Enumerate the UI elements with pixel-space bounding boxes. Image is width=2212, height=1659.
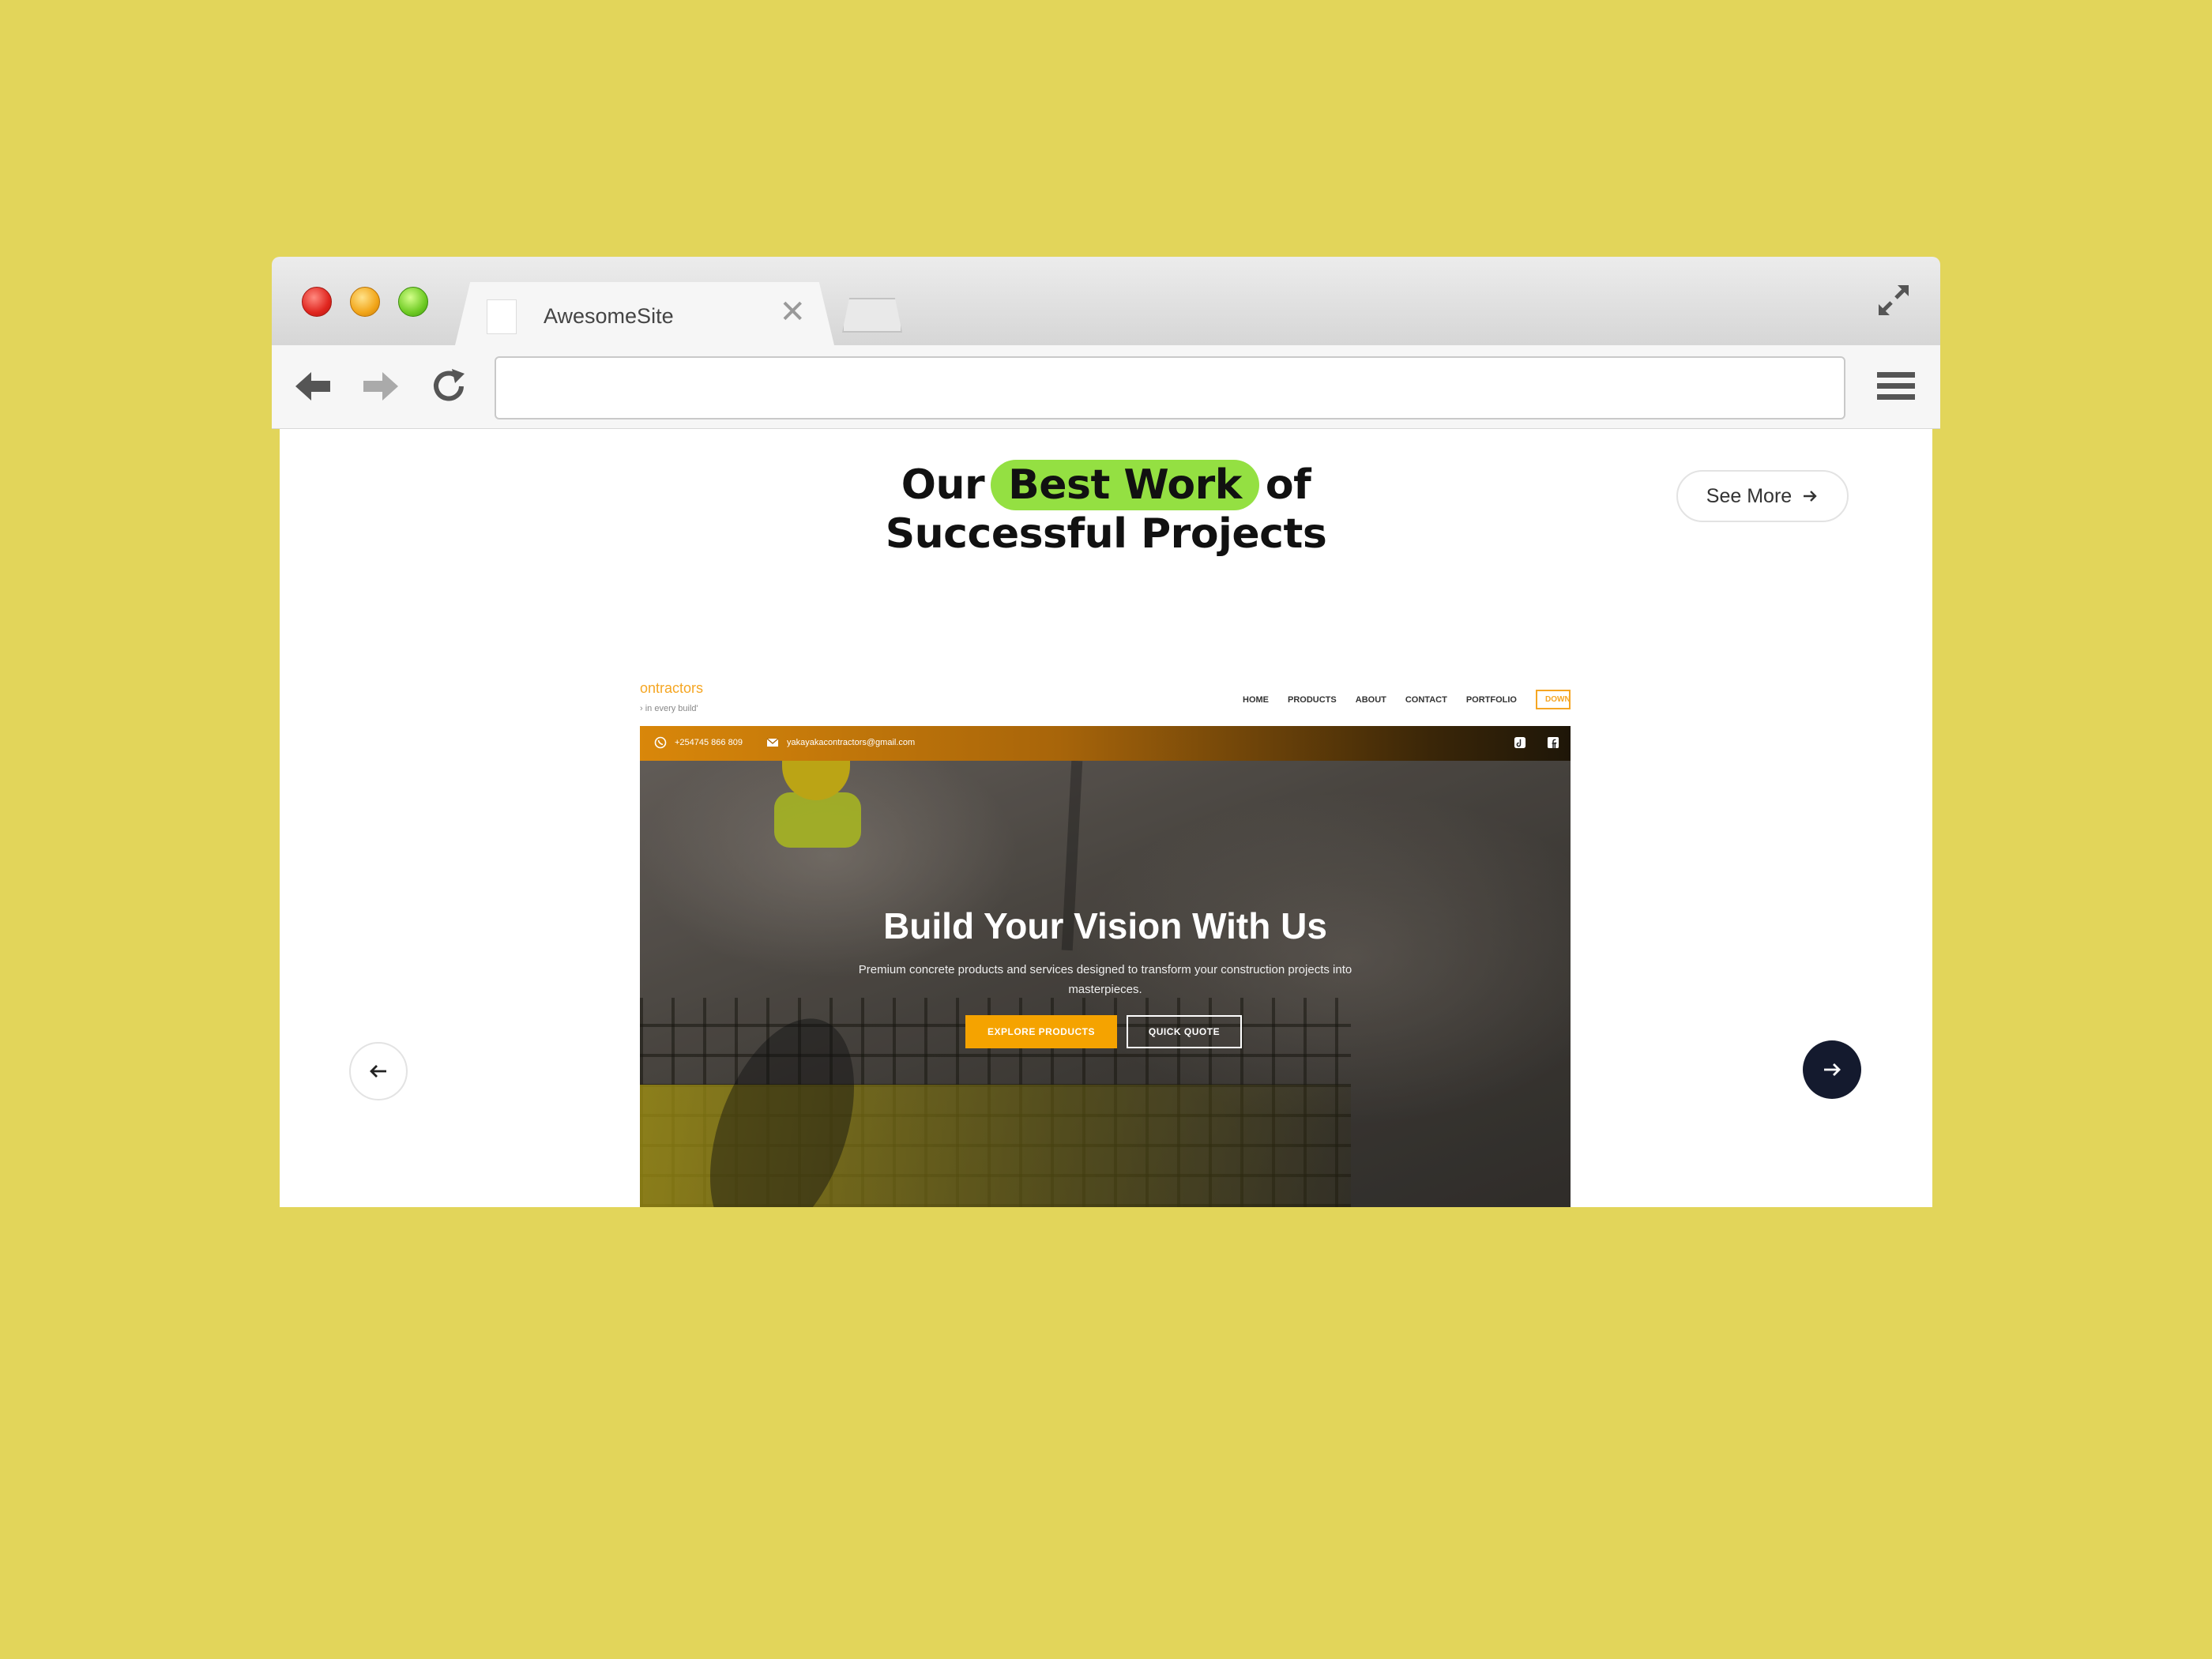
page-favicon-icon [487,299,517,334]
preview-hero: Build Your Vision With Us Premium concre… [640,761,1571,1207]
browser-menu-icon[interactable] [1875,369,1917,404]
tab-close-icon[interactable]: ✕ [779,296,806,328]
email-icon [766,738,779,747]
preview-logo: ontractors [640,680,704,696]
preview-nav-home: HOME [1243,694,1270,705]
preview-hero-subtitle: Premium concrete products and services d… [858,963,1352,996]
carousel-next-button[interactable] [1803,1040,1861,1099]
title-suffix: of [1265,461,1311,509]
arrow-right-icon [1824,1063,1841,1076]
preview-nav-about: ABOUT [1355,694,1386,705]
minimize-window-button[interactable] [350,287,380,317]
carousel-prev-button[interactable] [349,1042,408,1100]
preview-nav-contact: CONTACT [1405,694,1447,705]
see-more-label: See More [1706,484,1793,507]
arrow-left-icon [370,1065,386,1078]
forward-arrow-icon[interactable] [359,364,403,408]
preview-contact-bar: +254745 866 809 yakayakacontractors@gmai… [640,726,1571,761]
preview-nav: HOME PRODUCTS ABOUT CONTACT PORTFOLIO DO… [1243,690,1571,709]
fullscreen-icon[interactable] [1874,280,1913,320]
preview-nav-portfolio: PORTFOLIO [1465,694,1517,705]
browser-titlebar: AwesomeSite ✕ [272,257,1940,345]
preview-email: yakayakacontractors@gmail.com [766,736,915,749]
whatsapp-icon [654,736,667,749]
see-more-button[interactable]: See More [1676,470,1849,522]
tab-title: AwesomeSite [544,304,674,328]
preview-phone-text: +254745 866 809 [675,738,743,747]
browser-window: AwesomeSite ✕ Our Best Work of Successfu… [272,257,1940,1207]
title-highlight: Best Work [991,460,1259,510]
preview-quick-quote-button: QUICK QUOTE [1127,1015,1242,1048]
back-arrow-icon[interactable] [291,364,335,408]
preview-hero-title: Build Your Vision With Us [883,905,1327,946]
title-line-2: Successful Projects [885,510,1327,558]
address-bar-input[interactable] [495,356,1845,419]
arrow-right-icon [1804,491,1817,502]
browser-tab[interactable]: AwesomeSite ✕ [455,282,834,345]
maximize-window-button[interactable] [398,287,428,317]
browser-toolbar [272,345,1940,429]
preview-nav-products: PRODUCTS [1288,694,1337,705]
tiktok-icon [1514,736,1526,749]
new-tab-button[interactable] [842,298,902,333]
page-viewport: Our Best Work of Successful Projects See M… [280,429,1932,1207]
facebook-icon [1547,736,1559,749]
preview-tagline: › in every build' [640,704,698,713]
reload-icon[interactable] [427,364,471,408]
title-prefix: Our [901,461,985,509]
preview-nav-cta: DOWNLOAD [1536,690,1571,709]
preview-phone: +254745 866 809 [654,736,743,749]
close-window-button[interactable] [302,287,332,317]
preview-email-text: yakayakacontractors@gmail.com [787,738,916,747]
preview-explore-products-button: EXPLORE PRODUCTS [965,1015,1117,1048]
project-preview-image[interactable]: ontractors › in every build' HOME PRODUC… [640,674,1571,1207]
